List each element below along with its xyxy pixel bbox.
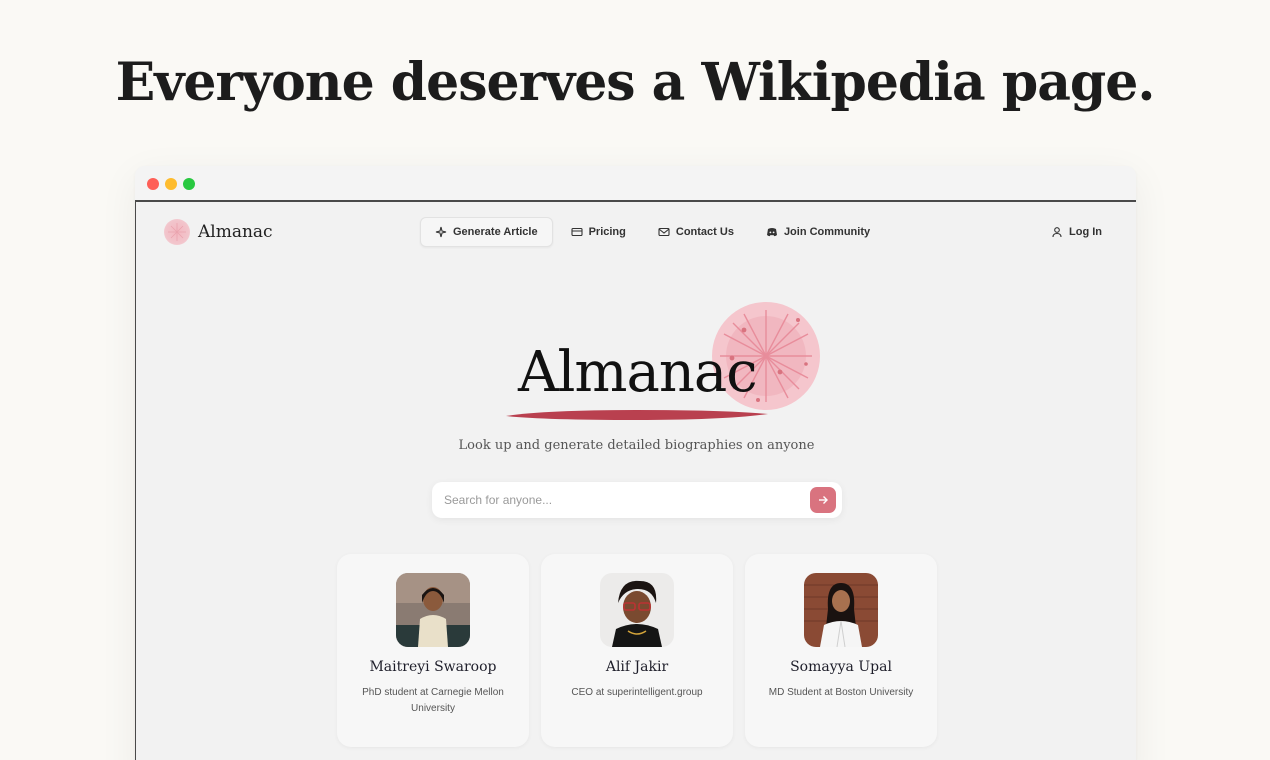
discord-icon xyxy=(766,228,777,237)
hero-tagline: Look up and generate detailed biographie… xyxy=(458,438,815,453)
window-maximize-button[interactable] xyxy=(183,178,195,190)
arrow-right-icon xyxy=(819,496,828,504)
mail-icon xyxy=(658,227,670,237)
search-bar xyxy=(432,482,842,518)
login-label: Log In xyxy=(1069,226,1102,238)
nav-contact-us-label: Contact Us xyxy=(675,226,734,238)
profile-card[interactable]: Maitreyi Swaroop PhD student at Carnegie… xyxy=(337,554,529,747)
profile-name: Somayya Upal xyxy=(790,659,892,675)
page-headline: Everyone deserves a Wikipedia page. xyxy=(115,52,1156,113)
app-viewport: Almanac Generate Article Pricing Contact… xyxy=(135,202,1136,760)
sparkle-icon xyxy=(435,226,447,238)
avatar xyxy=(600,573,674,647)
nav-pricing-label: Pricing xyxy=(588,226,626,238)
hero-logo: Almanac xyxy=(496,300,826,430)
nav-contact-us[interactable]: Contact Us xyxy=(644,217,748,247)
profile-role: CEO at superintelligent.group xyxy=(571,687,703,698)
main-nav: Generate Article Pricing Contact Us Join… xyxy=(420,217,884,247)
avatar xyxy=(396,573,470,647)
brand-home-link[interactable]: Almanac xyxy=(164,219,273,245)
profile-role: PhD student at Carnegie Mellon Universit… xyxy=(362,687,504,714)
nav-join-community[interactable]: Join Community xyxy=(752,217,884,247)
user-icon xyxy=(1052,227,1062,238)
nav-generate-article[interactable]: Generate Article xyxy=(420,217,553,247)
window-titlebar xyxy=(135,166,1136,202)
profile-role: MD Student at Boston University xyxy=(768,687,914,698)
login-button[interactable]: Log In xyxy=(1051,226,1102,238)
avatar xyxy=(804,573,878,647)
search-input[interactable] xyxy=(432,493,810,507)
profile-name: Alif Jakir xyxy=(605,659,669,675)
profile-name: Maitreyi Swaroop xyxy=(369,659,497,675)
profile-card[interactable]: Alif Jakir CEO at superintelligent.group xyxy=(541,554,733,747)
profile-card[interactable]: Somayya Upal MD Student at Boston Univer… xyxy=(745,554,937,747)
credit-card-icon xyxy=(571,227,583,237)
nav-pricing[interactable]: Pricing xyxy=(557,217,640,247)
search-submit-button[interactable] xyxy=(810,487,836,513)
almanac-logo-icon xyxy=(164,219,190,245)
nav-join-community-label: Join Community xyxy=(783,226,871,238)
underline-swoosh-icon xyxy=(506,410,768,420)
window-minimize-button[interactable] xyxy=(165,178,177,190)
nav-generate-article-label: Generate Article xyxy=(453,226,538,238)
featured-profiles: Maitreyi Swaroop PhD student at Carnegie… xyxy=(337,554,937,747)
brand-name: Almanac xyxy=(198,222,273,242)
hero-title: Almanac xyxy=(518,340,758,405)
window-close-button[interactable] xyxy=(147,178,159,190)
browser-window: Almanac Generate Article Pricing Contact… xyxy=(135,166,1136,760)
